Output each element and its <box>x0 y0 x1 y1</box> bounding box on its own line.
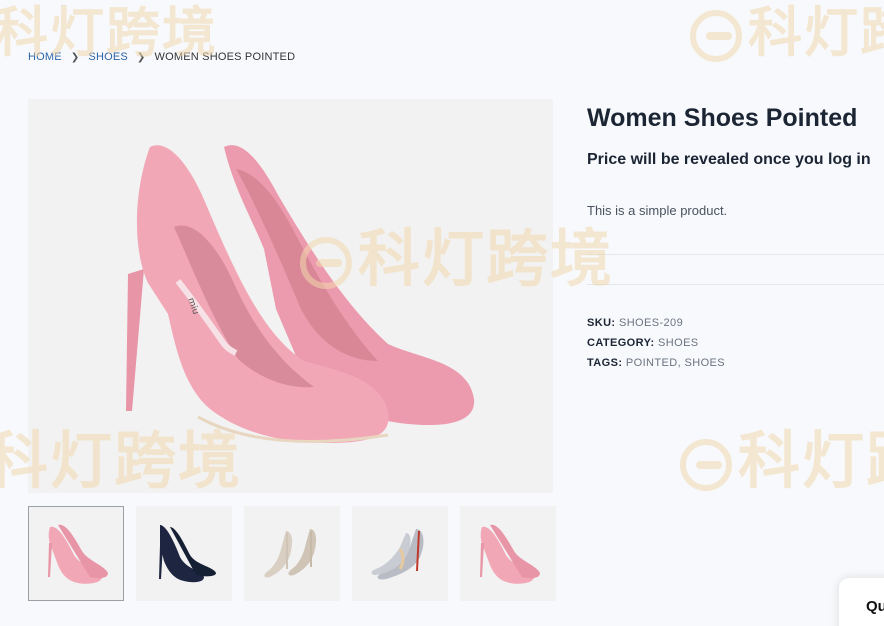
watermark-top-right: 科灯跨境 <box>690 0 884 67</box>
category-label: CATEGORY: <box>587 337 655 349</box>
floating-quick-button[interactable]: Qu <box>839 578 884 626</box>
shoe-thumbnail-icon <box>480 524 540 584</box>
watermark-bottom-right: 科灯跨境 <box>680 410 884 500</box>
shoe-thumbnail-icon <box>264 528 317 578</box>
category-row: CATEGORY: SHOES <box>587 337 725 349</box>
thumbnail-strip <box>28 506 556 601</box>
breadcrumb-category-link[interactable]: SHOES <box>88 51 128 63</box>
divider-top <box>587 254 884 255</box>
product-title: Women Shoes Pointed <box>587 104 858 132</box>
sku-row: SKU: SHOES-209 <box>587 317 725 329</box>
tag-link-pointed[interactable]: POINTED <box>626 357 678 369</box>
thumbnail-navy-suede-pumps[interactable] <box>136 506 232 601</box>
pink-pumps-image: miu <box>126 145 475 443</box>
main-product-image[interactable]: miu <box>28 99 553 493</box>
thumbnail-pink-suede-pumps[interactable] <box>28 506 124 601</box>
product-meta: SKU: SHOES-209 CATEGORY: SHOES TAGS: POI… <box>587 317 725 377</box>
shoe-thumbnail-icon <box>371 528 424 580</box>
thumbnail-pink-pumps-alt[interactable] <box>460 506 556 601</box>
thumbnail-silver-glitter-pumps[interactable] <box>352 506 448 601</box>
chevron-right-icon: ❯ <box>136 51 146 63</box>
shoe-thumbnail-icon <box>159 524 216 582</box>
product-short-description: This is a simple product. <box>587 203 728 218</box>
tags-row: TAGS: POINTED, SHOES <box>587 357 725 369</box>
tag-link-shoes[interactable]: SHOES <box>685 357 726 369</box>
breadcrumb: HOME ❯ SHOES ❯ WOMEN SHOES POINTED <box>28 51 295 63</box>
divider-bottom <box>587 284 884 285</box>
breadcrumb-current: WOMEN SHOES POINTED <box>154 51 296 63</box>
tag-separator: , <box>677 357 682 369</box>
product-summary: Women Shoes Pointed Price will be reveal… <box>587 104 884 218</box>
breadcrumb-home-link[interactable]: HOME <box>28 51 62 63</box>
chevron-right-icon: ❯ <box>70 51 80 63</box>
watermark-logo-icon <box>680 438 732 491</box>
sku-label: SKU: <box>587 317 616 329</box>
price-login-notice: Price will be revealed once you log in <box>587 151 871 168</box>
category-link[interactable]: SHOES <box>658 337 699 349</box>
tags-label: TAGS: <box>587 357 623 369</box>
thumbnail-beige-pumps[interactable] <box>244 506 340 601</box>
sku-value: SHOES-209 <box>618 317 684 329</box>
watermark-logo-icon <box>690 10 742 63</box>
shoe-thumbnail-icon <box>48 524 108 584</box>
